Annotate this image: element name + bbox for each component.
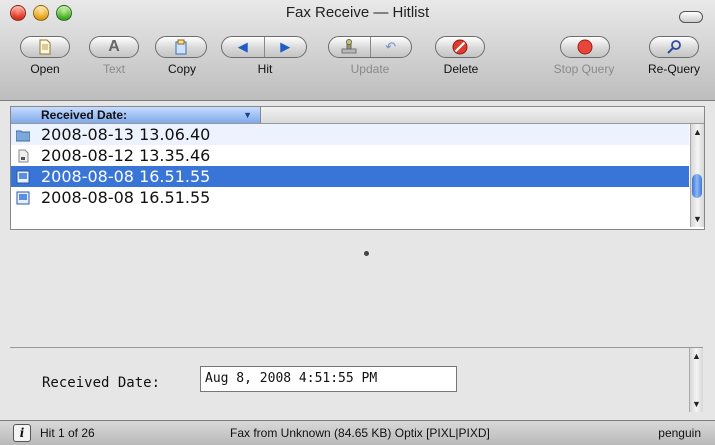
hit-list[interactable]: Received Date: ▼ 2008-08-13 13.06.40 200… [10, 106, 705, 230]
received-date-field[interactable]: Aug 8, 2008 4:51:55 PM [200, 366, 457, 392]
scroll-thumb[interactable] [692, 174, 702, 198]
update-label: Update [350, 62, 390, 76]
fax-image-icon [16, 170, 30, 184]
left-arrow-icon: ◀ [237, 39, 248, 54]
sort-descending-icon: ▼ [243, 110, 252, 120]
status-bar: i Hit 1 of 26 Fax from Unknown (84.65 KB… [0, 420, 715, 445]
hit-segmented-control: ◀ ▶ [221, 36, 307, 58]
status-message: Fax from Unknown (84.65 KB) Optix [PIXL|… [230, 426, 490, 440]
document-icon [18, 149, 29, 163]
row-date: 2008-08-13 13.06.40 [41, 125, 211, 144]
stop-query-label: Stop Query [553, 62, 615, 76]
next-hit-button[interactable]: ▶ [263, 37, 307, 57]
text-label: Text [102, 62, 125, 76]
open-button[interactable] [20, 36, 70, 58]
stop-query-button[interactable] [560, 36, 610, 58]
fax-image-icon [16, 191, 30, 205]
row-date: 2008-08-08 16.51.55 [41, 188, 211, 207]
open-toolbar-item[interactable] [20, 36, 70, 58]
hit-toolbar-item: ◀ ▶ [221, 36, 307, 58]
text-a-icon: A [108, 38, 120, 55]
row-date: 2008-08-12 13.35.46 [41, 146, 211, 165]
list-scrollbar[interactable]: ▲ ▼ [690, 124, 704, 227]
delete-button[interactable] [435, 36, 485, 58]
title-toolbar-bar: Fax Receive — Hitlist Open A Text Copy ◀… [0, 0, 715, 101]
stop-query-toolbar-item[interactable] [560, 36, 610, 58]
row-date: 2008-08-08 16.51.55 [41, 167, 211, 186]
delete-icon [452, 39, 468, 55]
column-header-label: Received Date: [41, 108, 128, 122]
toolbar-toggle-button[interactable] [679, 11, 703, 23]
detail-scrollbar[interactable]: ▲ ▼ [689, 348, 703, 412]
document-icon [39, 39, 51, 55]
delete-label: Delete [443, 62, 479, 76]
update-toolbar-item: ↶ [328, 36, 412, 58]
received-date-column-header[interactable]: Received Date: ▼ [11, 107, 261, 123]
copy-button[interactable] [155, 36, 207, 58]
open-label: Open [30, 62, 60, 76]
previous-hit-button[interactable]: ◀ [222, 37, 264, 57]
scroll-down-icon[interactable]: ▼ [692, 399, 701, 409]
text-toolbar-item[interactable]: A [89, 36, 139, 58]
split-view-handle[interactable] [364, 251, 369, 256]
stop-icon [577, 39, 593, 55]
hitlist-window: Fax Receive — Hitlist Open A Text Copy ◀… [0, 0, 715, 445]
scroll-up-icon[interactable]: ▲ [692, 351, 701, 361]
info-icon[interactable]: i [13, 424, 31, 442]
update-stamp-button[interactable] [329, 37, 370, 57]
text-button[interactable]: A [89, 36, 139, 58]
toolbar: Open A Text Copy ◀ ▶ Hit ↶ Update Delete… [0, 28, 715, 98]
scroll-down-icon[interactable]: ▼ [693, 214, 702, 224]
list-header: Received Date: ▼ [11, 107, 704, 124]
requery-toolbar-item[interactable] [649, 36, 699, 58]
hit-counter: Hit 1 of 26 [40, 426, 95, 440]
stamp-icon [341, 39, 357, 54]
hit-label: Hit [257, 62, 273, 76]
username: penguin [658, 426, 701, 440]
received-date-label: Received Date: [42, 375, 161, 391]
list-row[interactable]: 2008-08-08 16.51.55 [11, 187, 689, 208]
folder-icon [16, 130, 30, 142]
list-rows: 2008-08-13 13.06.40 2008-08-12 13.35.46 … [11, 124, 689, 208]
detail-panel: Received Date: Aug 8, 2008 4:51:55 PM ▲ … [10, 347, 703, 413]
copy-label: Copy [167, 62, 196, 76]
requery-button[interactable] [649, 36, 699, 58]
list-row[interactable]: 2008-08-13 13.06.40 [11, 124, 689, 145]
delete-toolbar-item[interactable] [435, 36, 485, 58]
list-row[interactable]: 2008-08-12 13.35.46 [11, 145, 689, 166]
scroll-up-icon[interactable]: ▲ [693, 127, 702, 137]
right-arrow-icon: ▶ [280, 39, 291, 54]
window-title: Fax Receive — Hitlist [285, 4, 430, 21]
update-segmented-control: ↶ [328, 36, 412, 58]
undo-icon: ↶ [385, 39, 397, 54]
requery-label: Re-Query [647, 62, 700, 76]
undo-update-button[interactable]: ↶ [369, 37, 412, 57]
copy-toolbar-item[interactable] [155, 36, 207, 58]
list-row-selected[interactable]: 2008-08-08 16.51.55 [11, 166, 689, 187]
magnifier-icon [667, 40, 681, 54]
copy-icon [175, 39, 187, 55]
